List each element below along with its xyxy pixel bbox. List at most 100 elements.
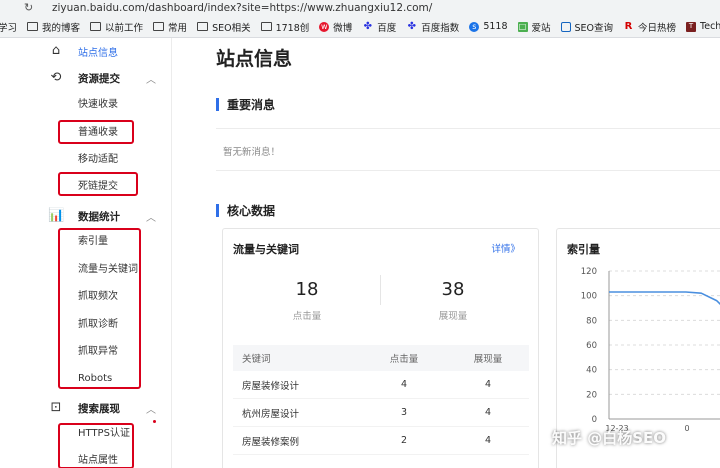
baidu-paw-icon: ✤ [363, 21, 372, 32]
section-accent-bar [216, 203, 219, 217]
highlight-box [58, 228, 141, 389]
sidebar-item-fast-index[interactable]: 快速收录 [78, 98, 118, 112]
seo-query-icon [560, 21, 571, 32]
watermark: 知乎 @白杨SEO [552, 429, 667, 447]
bookmark-label: 百度指数 [421, 22, 460, 34]
bookmark-label: SEO相关 [212, 22, 251, 34]
bookmark-item[interactable]: 我的博客 [27, 20, 80, 34]
bookmark-label: 爱站 [531, 22, 551, 34]
bookmark-item[interactable]: R 今日热榜 [623, 20, 676, 34]
aizhan-icon: □ [517, 21, 528, 32]
table-row[interactable]: 房屋装修设计 4 4 [233, 371, 529, 399]
reload-icon[interactable]: ↻ [24, 0, 38, 16]
sidebar-group-label: 数据统计 [78, 210, 120, 223]
impressions-cell: 4 [484, 435, 492, 446]
impressions-cell: 4 [484, 407, 492, 418]
folder-icon [90, 22, 102, 31]
divider [216, 170, 720, 171]
sidebar-item-mobile-adapt[interactable]: 移动适配 [78, 153, 118, 167]
card-title: 流量与关键词 [233, 243, 299, 256]
keyword-cell: 房屋装修设计 [242, 380, 300, 392]
highlight-box [58, 120, 134, 144]
x-tick-label: 0 [684, 424, 689, 433]
bookmark-item[interactable]: ✤ 百度指数 [406, 20, 460, 34]
main-content: 站点信息 重要消息 暂无新消息！ 核心数据 流量与关键词 详情》 18 点击量 … [173, 38, 720, 468]
section-title-text: 核心数据 [227, 203, 276, 218]
y-tick-label: 80 [586, 316, 597, 326]
sidebar-group-search-display[interactable]: ⊡ 搜索展现 ︿ [0, 397, 172, 419]
bookmarks-bar: 学习 我的博客 以前工作 常用 SEO相关 1718创 w微博 ✤ 百度 ✤ 百度指数 s5118 □爱… [0, 16, 720, 38]
y-tick-label: 100 [581, 292, 597, 302]
column-header: 点击量 [389, 354, 419, 365]
bookmark-label: 我的博客 [42, 22, 81, 34]
detail-link[interactable]: 详情》 [491, 241, 520, 255]
clicks-cell: 4 [400, 379, 408, 390]
notification-dot [153, 420, 156, 423]
sidebar-group-data-stats[interactable]: 📊 数据统计 ︿ [0, 205, 172, 227]
section-core-data: 核心数据 [216, 202, 275, 218]
impressions-cell: 4 [484, 379, 492, 390]
bookmark-item[interactable]: SEO相关 [197, 20, 251, 34]
folder-icon [260, 22, 272, 31]
chevron-up-icon[interactable]: ︿ [146, 401, 156, 416]
bookmark-label: 微博 [333, 22, 353, 34]
keyword-cell: 杭州房屋设计 [242, 408, 300, 420]
r-icon: R [624, 21, 633, 32]
table-row[interactable]: 房屋装修案例 2 4 [233, 427, 529, 455]
bookmark-item[interactable]: TTechWeb [686, 21, 720, 32]
bookmark-item[interactable]: 学习 [0, 20, 17, 34]
chevron-up-icon[interactable]: ︿ [146, 71, 156, 86]
folder-icon [197, 22, 209, 31]
sidebar-group-resource-submit[interactable]: ⟲ 资源提交 ︿ [0, 67, 172, 89]
y-tick-label: 20 [586, 390, 597, 400]
bookmark-item[interactable]: 1718创 [260, 20, 310, 34]
baidu-paw-icon: ✤ [407, 21, 416, 32]
traffic-keywords-card: 流量与关键词 详情》 18 点击量 38 展现量 关键词 点击量 展现量 房屋装… [222, 228, 539, 468]
y-tick-label: 0 [592, 415, 597, 425]
bookmark-label: 以前工作 [105, 22, 144, 34]
bookmark-label: 5118 [483, 21, 508, 32]
table-row[interactable]: 杭州房屋设计 3 4 [233, 399, 529, 427]
bookmark-label: 1718创 [275, 22, 310, 34]
bookmark-label: SEO查询 [574, 22, 614, 34]
clicks-cell: 3 [400, 407, 408, 418]
table-header: 关键词 点击量 展现量 [233, 345, 529, 371]
sidebar-item-label: 站点信息 [78, 47, 118, 59]
bookmark-label: TechWeb [700, 21, 720, 32]
clicks-value: 18 [295, 279, 319, 300]
column-header: 关键词 [242, 354, 271, 365]
bookmark-item[interactable]: s 5118 [469, 21, 508, 32]
bookmark-label: 学习 [0, 22, 18, 34]
bookmark-item[interactable]: 以前工作 [90, 20, 143, 34]
clicks-cell: 2 [400, 435, 408, 446]
y-tick-label: 60 [586, 341, 597, 351]
keyword-cell: 房屋装修案例 [242, 436, 300, 448]
card-title: 索引量 [567, 243, 600, 256]
bookmark-item[interactable]: SEO查询 [560, 20, 614, 34]
stat-divider [380, 275, 381, 305]
page-title: 站点信息 [216, 48, 293, 70]
bookmark-item[interactable]: ✤ 百度 [362, 20, 397, 34]
folder-icon [27, 22, 39, 31]
url-text[interactable]: ziyuan.baidu.com/dashboard/index?site=ht… [52, 2, 432, 14]
5118-icon: s [469, 21, 480, 32]
bookmark-item[interactable]: 常用 [153, 20, 187, 34]
y-tick-label: 40 [586, 366, 597, 376]
section-title-text: 重要消息 [227, 97, 276, 112]
clicks-label: 点击量 [292, 311, 322, 322]
weibo-icon: w [319, 21, 330, 32]
section-important-news: 重要消息 [216, 96, 275, 112]
y-tick-label: 120 [581, 267, 597, 277]
column-header: 展现量 [473, 354, 503, 365]
sidebar-group-label: 资源提交 [78, 72, 120, 85]
bar-chart-icon: 📊 [48, 208, 65, 223]
bookmark-item[interactable]: □ 爱站 [517, 20, 551, 34]
chevron-up-icon[interactable]: ︿ [146, 209, 156, 224]
sidebar-item-site-info[interactable]: ⌂ 站点信息 [0, 40, 172, 62]
bookmark-item[interactable]: w 微博 [319, 20, 352, 34]
impressions-label: 展现量 [438, 311, 468, 322]
impressions-value: 38 [441, 279, 465, 300]
techweb-icon: T [686, 21, 697, 32]
address-bar: ↻ ziyuan.baidu.com/dashboard/index?site=… [0, 0, 720, 16]
no-news-text: 暂无新消息！ [223, 147, 281, 158]
